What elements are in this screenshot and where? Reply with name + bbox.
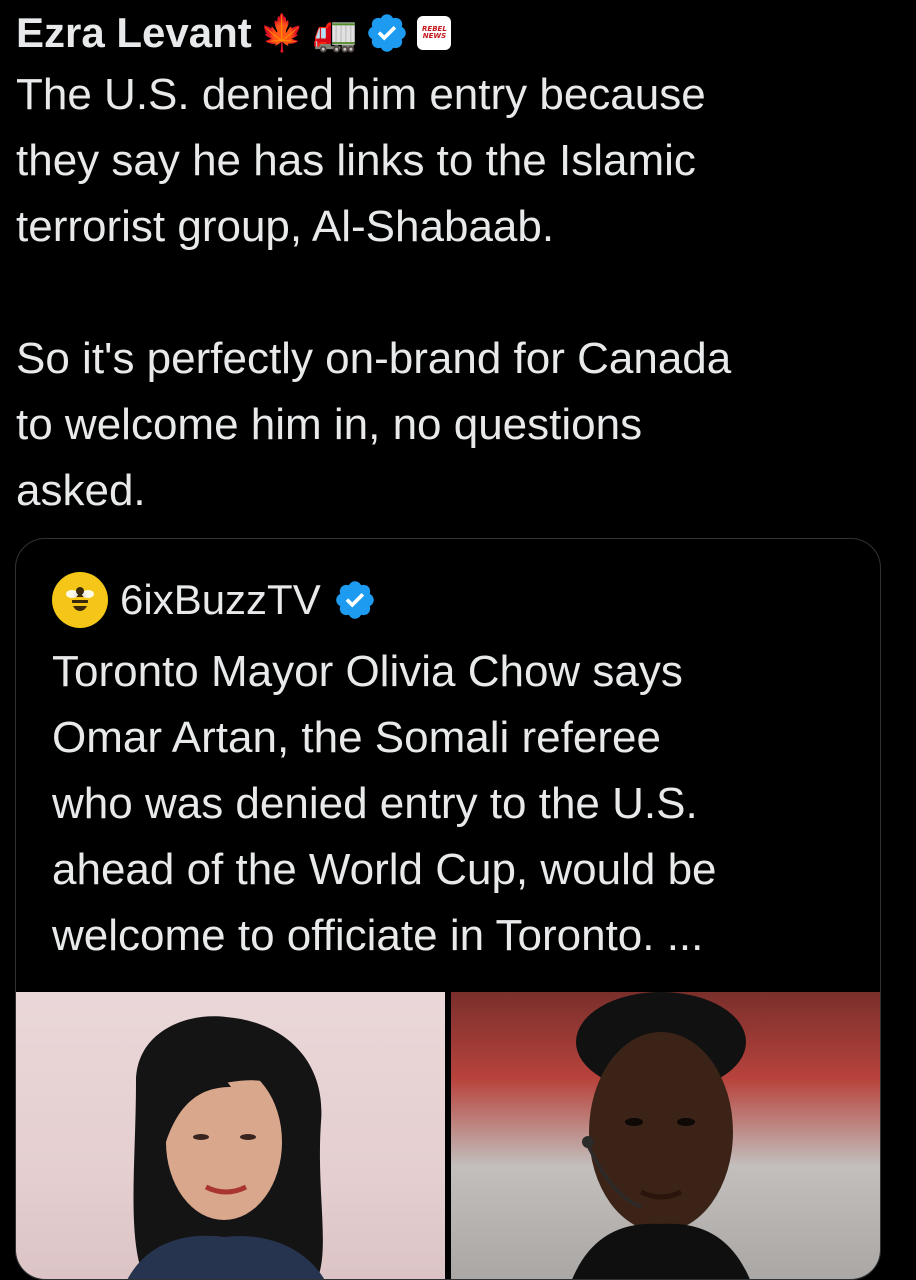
verified-badge-icon[interactable] (365, 11, 409, 55)
post-header: Ezra Levant 🍁 🚛 REBEL NEWS (16, 8, 452, 58)
post-text: The U.S. denied him entry because they s… (16, 70, 732, 515)
woman-portrait-photo[interactable] (16, 992, 445, 1279)
maple-leaf-emoji: 🍁 (259, 12, 305, 53)
quoted-media-grid (16, 992, 880, 1279)
quoted-post-card[interactable]: 6ixBuzzTV Toronto Mayor Olivia Chow says… (15, 538, 881, 1280)
author-name[interactable]: Ezra Levant (16, 9, 252, 57)
quoted-author-name[interactable]: 6ixBuzzTV (120, 576, 321, 624)
man-portrait-photo[interactable] (451, 992, 880, 1279)
bee-icon[interactable] (52, 572, 108, 628)
quoted-post-header: 6ixBuzzTV (52, 571, 377, 629)
truck-emoji: 🚛 (312, 12, 358, 53)
rebel-news-badge[interactable]: REBEL NEWS (417, 16, 452, 50)
verified-badge-icon[interactable] (333, 578, 377, 622)
org-badge-line2: NEWS (422, 32, 447, 40)
quoted-post-text: Toronto Mayor Olivia Chow says Omar Arta… (52, 647, 717, 960)
